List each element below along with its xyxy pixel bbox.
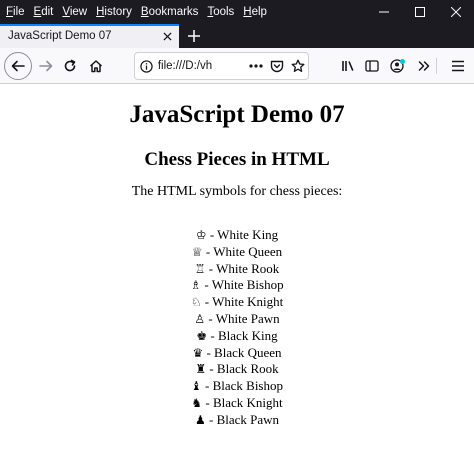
list-item: ♛ - Black Queen [0,345,474,362]
menu-file[interactable]: File [6,0,25,24]
piece-label: - White Pawn [205,310,280,326]
tab-javascript-demo[interactable]: JavaScript Demo 07 [0,24,179,48]
home-button[interactable] [82,52,110,80]
tab-title: JavaScript Demo 07 [8,30,112,42]
list-item: ♞ - Black Knight [0,395,474,412]
window-titlebar: File Edit View History Bookmarks Tools H… [0,0,474,24]
white-knight-icon: ♘ [190,295,202,310]
navigation-toolbar: file:///D:/vh [0,48,474,84]
sidebar-button[interactable] [358,52,386,80]
close-window-button[interactable] [438,0,474,24]
pocket-button[interactable] [266,53,287,79]
piece-label: - Black Queen [203,344,282,360]
menu-bar: File Edit View History Bookmarks Tools H… [0,0,276,24]
list-item: ♚ - Black King [0,328,474,345]
toolbar-separator [436,58,437,74]
piece-label: - White Rook [205,260,280,276]
plus-icon [188,30,200,42]
menu-view[interactable]: View [62,0,87,24]
maximize-button[interactable] [402,0,438,24]
menu-tools[interactable]: Tools [207,0,234,24]
piece-label: - White Knight [201,294,284,310]
list-item: ♙ - White Pawn [0,311,474,328]
arrow-left-icon [11,60,25,72]
library-icon [342,61,354,71]
piece-label: - Black Bishop [201,378,283,394]
page-content: JavaScript Demo 07 Chess Pieces in HTML … [0,85,474,451]
piece-label: - White Bishop [201,277,284,293]
piece-label: - Black Knight [202,394,283,410]
piece-label: - Black King [207,327,278,343]
black-bishop-icon: ♝ [190,379,202,394]
back-button[interactable] [4,52,32,80]
list-item: ♕ - White Queen [0,244,474,261]
white-rook-icon: ♖ [194,261,206,276]
piece-label: - Black Pawn [205,411,280,427]
black-pawn-icon: ♟ [194,412,206,427]
page-actions-button[interactable] [245,53,266,79]
maximize-icon [415,7,425,17]
arrow-right-icon [39,60,53,72]
black-knight-icon: ♞ [191,395,203,410]
list-item: ♜ - Black Rook [0,361,474,378]
app-menu-button[interactable] [444,52,472,80]
tab-strip: JavaScript Demo 07 [0,24,474,48]
list-item: ♖ - White Rook [0,261,474,278]
white-king-icon: ♔ [195,228,207,242]
ellipsis-icon [249,64,263,68]
bookmark-star-button[interactable] [287,53,308,79]
minimize-icon [379,11,389,13]
chevron-double-right-icon [418,61,430,71]
reload-button[interactable] [56,52,84,80]
list-item: ♘ - White Knight [0,294,474,311]
piece-label: - White King [206,227,279,242]
list-item: ♟ - Black Pawn [0,412,474,429]
site-info-button[interactable] [135,53,158,79]
account-icon [390,59,405,73]
close-icon [451,7,461,17]
piece-label: - White Queen [202,243,283,259]
black-rook-icon: ♜ [195,362,207,377]
piece-label: - Black Rook [206,361,279,377]
overflow-menu-button[interactable] [410,52,438,80]
url-bar[interactable]: file:///D:/vh [134,52,309,80]
minimize-button[interactable] [366,0,402,24]
chess-piece-list: ♔ - White King ♕ - White Queen ♖ - White… [0,227,474,429]
menu-bookmarks[interactable]: Bookmarks [141,0,199,24]
tab-close-button[interactable] [155,24,179,48]
reload-icon [64,59,76,72]
black-queen-icon: ♛ [192,345,204,360]
info-icon [140,59,153,73]
account-button[interactable] [384,52,412,80]
hamburger-icon [452,60,464,72]
intro-text: The HTML symbols for chess pieces: [131,184,343,199]
new-tab-button[interactable] [179,24,209,48]
black-king-icon: ♚ [196,328,208,343]
home-icon [89,60,103,73]
page-subheading: Chess Pieces in HTML [144,149,330,170]
menu-history[interactable]: History [96,0,132,24]
pocket-icon [270,60,283,72]
menu-edit[interactable]: Edit [34,0,54,24]
white-queen-icon: ♕ [191,244,203,259]
list-item: ♗ - White Bishop [0,277,474,294]
page-heading: JavaScript Demo 07 [129,101,345,128]
url-text[interactable]: file:///D:/vh [158,60,245,72]
star-icon [291,59,304,72]
white-pawn-icon: ♙ [194,311,206,326]
close-icon [162,31,172,41]
list-item: ♔ - White King [0,227,474,244]
menu-help[interactable]: Help [243,0,267,24]
sidebar-icon [365,60,379,72]
window-controls [366,0,474,24]
white-bishop-icon: ♗ [190,278,202,293]
list-item: ♝ - Black Bishop [0,378,474,395]
